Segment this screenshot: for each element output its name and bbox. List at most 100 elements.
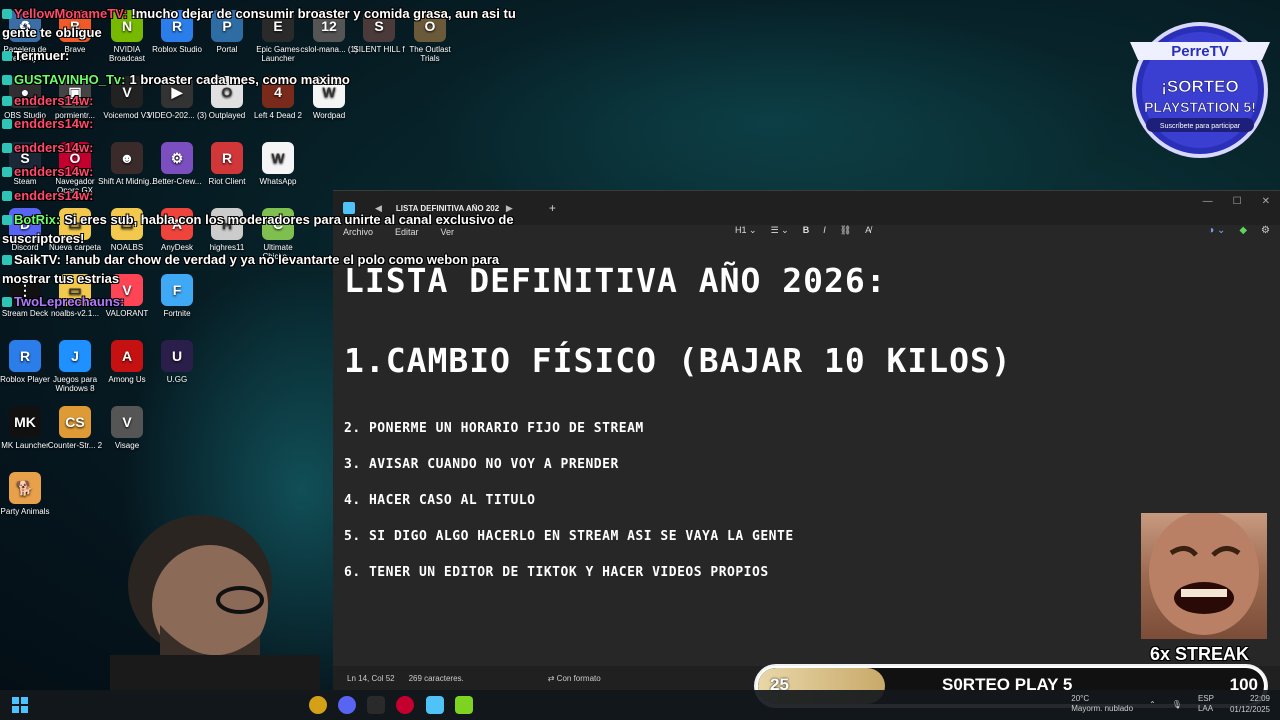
chat-badge-icon xyxy=(2,143,12,153)
chat-badge-icon xyxy=(2,75,12,85)
maximize-icon[interactable]: ☐ xyxy=(1233,196,1242,207)
badge-line1: ¡SORTEO xyxy=(1161,77,1238,96)
weather-widget[interactable]: 20°C Mayorm. nublado xyxy=(1071,694,1133,714)
char-count: 269 caracteres. xyxy=(408,673,464,683)
desktop-icon-label: U.GG xyxy=(166,375,188,384)
chat-badge-icon xyxy=(2,9,12,19)
desktop-icon-label: The Outlast Trials xyxy=(409,45,451,63)
chat-message: SaikTV: !anub dar chow de verdad y ya no … xyxy=(2,250,522,288)
lang-primary: ESP xyxy=(1197,694,1214,703)
chat-message: Termuer: xyxy=(2,46,73,65)
badge-cta: Suscríbete para participar xyxy=(1160,123,1241,130)
app-icon: CS xyxy=(59,406,91,438)
cursor-position: Ln 14, Col 52 xyxy=(347,673,395,683)
weather-temp: 20°C xyxy=(1071,694,1090,703)
app-icon: R xyxy=(211,142,243,174)
clear-format-icon[interactable]: A̸ xyxy=(865,225,871,236)
copilot-icon[interactable]: ◑ ⌄ xyxy=(1208,225,1225,236)
chat-username: endders14w: xyxy=(14,140,94,155)
chat-text: !anub dar chow de verdad y ya no levanta… xyxy=(2,252,500,286)
chat-badge-icon xyxy=(2,297,12,307)
document-item: 2. PONERME UN HORARIO FIJO DE STREAM xyxy=(344,421,644,436)
desktop-icon-label: WhatsApp xyxy=(259,177,297,186)
desktop-icon-label: Wordpad xyxy=(312,111,346,120)
close-icon[interactable]: ✕ xyxy=(1262,196,1270,207)
heading-dropdown[interactable]: H1 ⌄ xyxy=(735,225,757,236)
chat-username: Termuer: xyxy=(14,48,70,63)
chat-username: endders14w: xyxy=(14,93,94,108)
badge-line2: PLAYSTATION 5! xyxy=(1144,99,1256,115)
chat-username: SaikTV: xyxy=(14,252,61,267)
document-item: 3. AVISAR CUANDO NO VOY A PRENDER xyxy=(344,457,619,472)
play-taskbar-icon[interactable] xyxy=(455,696,473,714)
chat-message: YellowMonameTV: !mucho dejar de consumir … xyxy=(2,4,522,42)
microphone-icon[interactable]: 🎙 xyxy=(1172,700,1182,709)
chat-username: endders14w: xyxy=(14,164,94,179)
minimize-icon[interactable]: — xyxy=(1203,196,1213,207)
link-icon[interactable]: ⛓ xyxy=(840,225,851,236)
reaction-emote-image xyxy=(1141,511,1267,639)
chat-badge-icon xyxy=(2,191,12,201)
lang-secondary: LAA xyxy=(1197,704,1214,713)
list-icon[interactable]: ☰ ⌄ xyxy=(771,225,789,236)
chat-username: endders14w: xyxy=(14,188,94,203)
system-tray: 20°C Mayorm. nublado ⌃ 🎙 ESP LAA 22:09 0… xyxy=(1071,693,1270,715)
document-item: 4. HACER CASO AL TITULO xyxy=(344,493,536,508)
chat-badge-icon xyxy=(2,96,12,106)
chat-message: endders14w: xyxy=(2,162,97,181)
italic-icon[interactable]: I xyxy=(823,225,826,236)
desktop-icon[interactable]: U U.GG xyxy=(146,340,208,384)
windows-start-icon[interactable] xyxy=(12,697,28,713)
badge-brand: PerreTV xyxy=(1171,43,1229,60)
app-icon: ☻ xyxy=(111,142,143,174)
desktop-icon[interactable]: W WhatsApp xyxy=(247,142,309,186)
app-icon: A xyxy=(111,340,143,372)
weather-desc: Mayorm. nublado xyxy=(1071,704,1134,713)
document-item: 5. SI DIGO ALGO HACERLO EN STREAM ASI SE… xyxy=(344,529,794,544)
extension-icon[interactable]: ◆ xyxy=(1239,225,1247,236)
notepad-taskbar-icon[interactable] xyxy=(426,696,444,714)
desktop-icon-label: Visage xyxy=(114,441,140,450)
chat-username: TwoLeprechauns: xyxy=(14,294,125,309)
chat-message: TwoLeprechauns: xyxy=(2,292,128,311)
notepad-right-tools: ◑ ⌄ ◆ ⚙ xyxy=(1208,225,1270,236)
settings-gear-icon[interactable]: ⚙ xyxy=(1261,225,1270,236)
chat-message: endders14w: xyxy=(2,138,97,157)
laughing-face-icon xyxy=(1149,511,1259,635)
clock[interactable]: 22:09 01/12/2025 xyxy=(1230,693,1270,715)
format-toolbar: H1 ⌄ ☰ ⌄ B I ⛓ A̸ xyxy=(735,225,871,236)
bold-icon[interactable]: B xyxy=(803,225,810,236)
clock-time: 22:09 xyxy=(1249,694,1270,703)
window-controls: — ☐ ✕ xyxy=(1203,196,1270,207)
app-icon: W xyxy=(262,142,294,174)
desktop-icon[interactable]: 🐕 Party Animals xyxy=(0,472,56,516)
chevron-up-icon[interactable]: ⌃ xyxy=(1149,700,1156,709)
chat-badge-icon xyxy=(2,167,12,177)
desktop-glow-top xyxy=(420,0,1120,200)
format-status[interactable]: ⇄ Con formato xyxy=(548,674,601,683)
taskbar: 20°C Mayorm. nublado ⌃ 🎙 ESP LAA 22:09 0… xyxy=(0,690,1280,720)
chat-badge-icon xyxy=(2,119,12,129)
taskbar-app-icon[interactable] xyxy=(309,696,327,714)
chat-badge-icon xyxy=(2,51,12,61)
language-indicator[interactable]: ESP LAA xyxy=(1198,694,1214,714)
desktop-icon[interactable]: V Visage xyxy=(96,406,158,450)
chat-message: endders14w: xyxy=(2,186,97,205)
document-item-1: 1.CAMBIO FÍSICO (BAJAR 10 KILOS) xyxy=(344,341,1012,380)
clock-date: 01/12/2025 xyxy=(1229,705,1270,714)
app-icon: R xyxy=(9,340,41,372)
chat-username: YellowMonameTV: xyxy=(14,6,128,21)
terminal-taskbar-icon[interactable] xyxy=(367,696,385,714)
discord-taskbar-icon[interactable] xyxy=(338,696,356,714)
opera-gx-taskbar-icon[interactable] xyxy=(396,696,414,714)
chat-username: endders14w: xyxy=(14,116,94,131)
chat-text: 1 broaster cada mes, como maximo xyxy=(129,72,350,87)
chat-message: endders14w: xyxy=(2,114,97,133)
chat-message: endders14w: xyxy=(2,91,97,110)
app-icon: 🐕 xyxy=(9,472,41,504)
app-icon: J xyxy=(59,340,91,372)
streak-label: 6x STREAK xyxy=(1150,644,1250,664)
notepad-document[interactable]: LISTA DEFINITIVA AÑO 2026: 1.CAMBIO FÍSI… xyxy=(333,239,1280,599)
new-tab-button[interactable]: + xyxy=(549,201,556,215)
chat-badge-icon xyxy=(2,215,12,225)
